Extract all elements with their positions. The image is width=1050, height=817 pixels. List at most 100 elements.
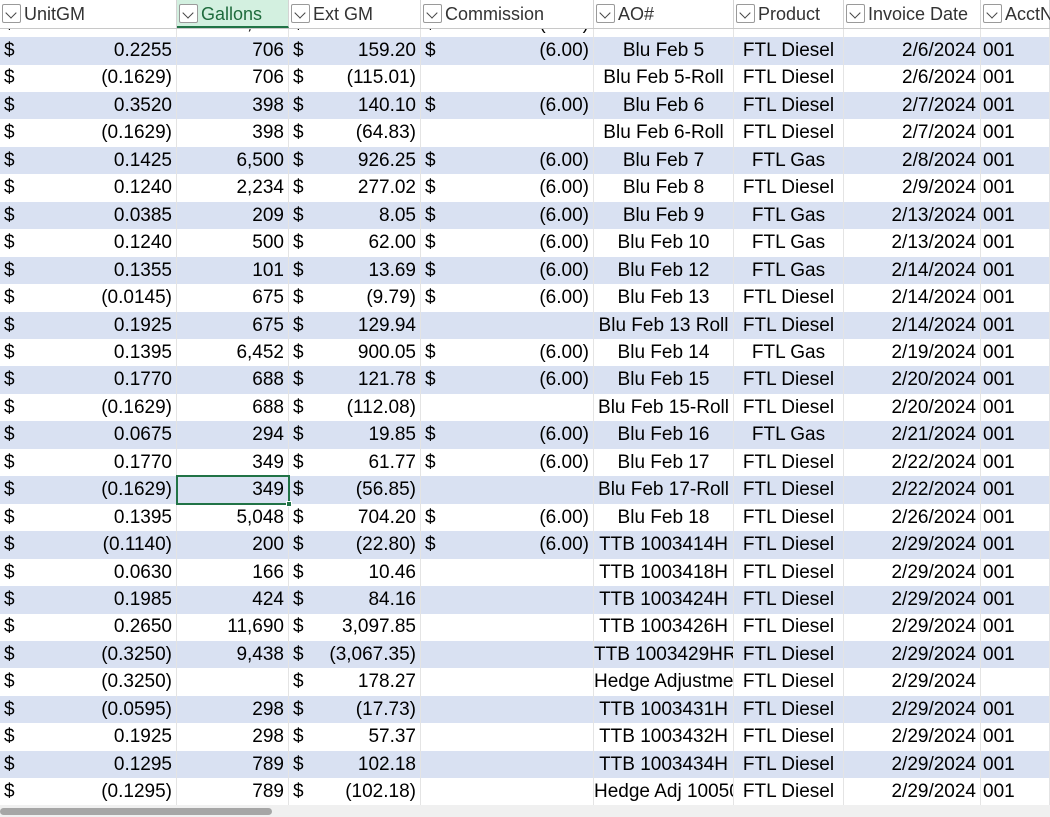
cell-extgm[interactable]: $8.05 bbox=[289, 201, 421, 230]
cell-extgm[interactable]: $178.27 bbox=[289, 668, 421, 696]
cell-ao[interactable]: Blu Feb 13 Roll bbox=[594, 311, 734, 339]
cell-commission[interactable] bbox=[421, 586, 594, 614]
cell-commission[interactable] bbox=[421, 723, 594, 751]
cell-product[interactable]: FTL Diesel bbox=[734, 64, 844, 92]
cell-gallons[interactable]: 200 bbox=[177, 531, 289, 559]
cell-acct[interactable]: 001 bbox=[981, 393, 1050, 422]
cell-product[interactable]: FTL Diesel bbox=[734, 750, 844, 779]
cell-product[interactable]: FTL Gas bbox=[734, 421, 844, 449]
column-header-extgm[interactable]: Ext GM bbox=[289, 0, 421, 28]
cell-unitgm[interactable]: $0.1395 bbox=[0, 503, 177, 532]
cell-gallons[interactable]: 349 bbox=[177, 448, 289, 477]
cell-unitgm[interactable]: $0.1925 bbox=[0, 311, 177, 339]
cell-gallons[interactable]: 5,048 bbox=[177, 503, 289, 532]
cell-date[interactable]: 2/13/2024 bbox=[844, 201, 981, 230]
cell-product[interactable]: FTL Gas bbox=[734, 146, 844, 175]
cell-unitgm[interactable]: $ (0.0145) bbox=[0, 284, 177, 312]
cell-gallons[interactable]: 500 bbox=[177, 229, 289, 257]
cell-gallons[interactable]: 6,500 bbox=[177, 146, 289, 175]
cell-ao[interactable]: Blu Feb 18 bbox=[594, 503, 734, 532]
cell-gallons[interactable]: 789 bbox=[177, 778, 289, 805]
cell-ao[interactable]: Blu Feb 14 bbox=[594, 338, 734, 367]
cell-extgm[interactable]: $277.02 bbox=[289, 174, 421, 202]
cell-product[interactable]: FTL Diesel bbox=[734, 91, 844, 120]
cell-unitgm[interactable]: $0.1985 bbox=[0, 586, 177, 614]
cell-commission[interactable]: $ (6.00) bbox=[421, 201, 594, 230]
cell-unitgm[interactable]: $0.1240 bbox=[0, 174, 177, 202]
cell-commission[interactable] bbox=[421, 668, 594, 696]
cell-acct[interactable]: 001 bbox=[981, 531, 1050, 559]
cell-date[interactable]: 2/29/2024 bbox=[844, 640, 981, 669]
cell-gallons[interactable]: 298 bbox=[177, 723, 289, 751]
cell-ao[interactable]: Blu Feb 12 bbox=[594, 256, 734, 285]
cell-ao[interactable]: TTB 1003424H bbox=[594, 586, 734, 614]
cell-date[interactable]: 2/14/2024 bbox=[844, 256, 981, 285]
cell-date[interactable]: 2/19/2024 bbox=[844, 338, 981, 367]
cell-product[interactable]: FTL Diesel bbox=[734, 311, 844, 339]
cell-gallons[interactable]: 398 bbox=[177, 119, 289, 147]
cell-date[interactable]: 2/6/2024 bbox=[844, 64, 981, 92]
cell-unitgm[interactable]: $0.1240 bbox=[0, 229, 177, 257]
cell-commission[interactable]: $ (6.00) bbox=[421, 229, 594, 257]
cell-commission[interactable]: $ (6.00) bbox=[421, 91, 594, 120]
cell-ao[interactable]: TTB 1003429HR bbox=[594, 640, 734, 669]
cell-product[interactable]: FTL Diesel bbox=[734, 613, 844, 641]
cell-product[interactable]: FTL Diesel bbox=[734, 393, 844, 422]
cell-ao[interactable]: TTB 1003426H bbox=[594, 613, 734, 641]
cell-unitgm[interactable]: $ (0.3250) bbox=[0, 668, 177, 696]
cell-commission[interactable]: $ (6.00) bbox=[421, 366, 594, 394]
cell-extgm[interactable]: $102.18 bbox=[289, 750, 421, 779]
cell-product[interactable]: FTL Diesel bbox=[734, 119, 844, 147]
cell-extgm[interactable]: $ (9.79) bbox=[289, 284, 421, 312]
cell-gallons[interactable]: 6,452 bbox=[177, 338, 289, 367]
filter-dropdown-icon[interactable] bbox=[596, 4, 615, 23]
cell-ao[interactable]: Blu Feb 15-Roll bbox=[594, 393, 734, 422]
cell-date[interactable]: 2/29/2024 bbox=[844, 695, 981, 724]
cell-date[interactable]: 2/29/2024 bbox=[844, 778, 981, 805]
filter-dropdown-icon[interactable] bbox=[291, 4, 310, 23]
cell-acct[interactable]: 001 bbox=[981, 256, 1050, 285]
cell-unitgm[interactable]: $ (0.1629) bbox=[0, 393, 177, 422]
cell-extgm[interactable]: $159.20 bbox=[289, 37, 421, 65]
cell-date[interactable]: 2/29/2024 bbox=[844, 558, 981, 587]
cell-unitgm[interactable]: $0.0630 bbox=[0, 558, 177, 587]
cell-acct[interactable]: 001 bbox=[981, 174, 1050, 202]
cell-gallons[interactable]: 101 bbox=[177, 256, 289, 285]
cell-commission[interactable] bbox=[421, 393, 594, 422]
cell-acct[interactable]: 001 bbox=[981, 366, 1050, 394]
cell-extgm[interactable]: $ (56.85) bbox=[289, 476, 421, 504]
cell-acct[interactable]: 001 bbox=[981, 91, 1050, 120]
cell-product[interactable]: FTL Diesel bbox=[734, 695, 844, 724]
cell-product[interactable]: FTL Diesel bbox=[734, 778, 844, 805]
cell-gallons[interactable] bbox=[177, 668, 289, 696]
cell-acct[interactable]: 001 bbox=[981, 229, 1050, 257]
column-header-date[interactable]: Invoice Date bbox=[844, 0, 981, 28]
cell-product[interactable]: FTL Diesel bbox=[734, 723, 844, 751]
cell-date[interactable]: 2/26/2024 bbox=[844, 503, 981, 532]
cell-commission[interactable] bbox=[421, 64, 594, 92]
cell-unitgm[interactable]: $0.1395 bbox=[0, 338, 177, 367]
cell-acct[interactable]: 001 bbox=[981, 586, 1050, 614]
cell-product[interactable]: FTL Diesel bbox=[734, 558, 844, 587]
cell-date[interactable]: 2/29/2024 bbox=[844, 531, 981, 559]
cell-extgm[interactable]: $ (102.18) bbox=[289, 778, 421, 805]
column-header-commission[interactable]: Commission bbox=[421, 0, 594, 28]
cell-ao[interactable]: Blu Feb 17 bbox=[594, 448, 734, 477]
cell-commission[interactable] bbox=[421, 311, 594, 339]
cell-unitgm[interactable]: $0.1770 bbox=[0, 448, 177, 477]
cell-extgm[interactable]: $13.69 bbox=[289, 256, 421, 285]
cell-acct[interactable]: 001 bbox=[981, 503, 1050, 532]
cell-ao[interactable]: Blu Feb 13 bbox=[594, 284, 734, 312]
filter-dropdown-icon[interactable] bbox=[179, 4, 198, 23]
cell-acct[interactable]: 001 bbox=[981, 311, 1050, 339]
cell-ao[interactable]: Hedge Adj 1005048 bbox=[594, 778, 734, 805]
cell-product[interactable]: FTL Diesel bbox=[734, 476, 844, 504]
horizontal-scrollbar[interactable] bbox=[0, 805, 1050, 817]
cell-product[interactable]: FTL Diesel bbox=[734, 503, 844, 532]
cell-acct[interactable]: 001 bbox=[981, 201, 1050, 230]
cell-gallons[interactable]: 2,234 bbox=[177, 174, 289, 202]
cell-gallons[interactable]: 9,438 bbox=[177, 640, 289, 669]
cell-acct[interactable]: 001 bbox=[981, 284, 1050, 312]
column-header-unitgm[interactable]: UnitGM bbox=[0, 0, 177, 28]
cell-product[interactable]: FTL Diesel bbox=[734, 448, 844, 477]
